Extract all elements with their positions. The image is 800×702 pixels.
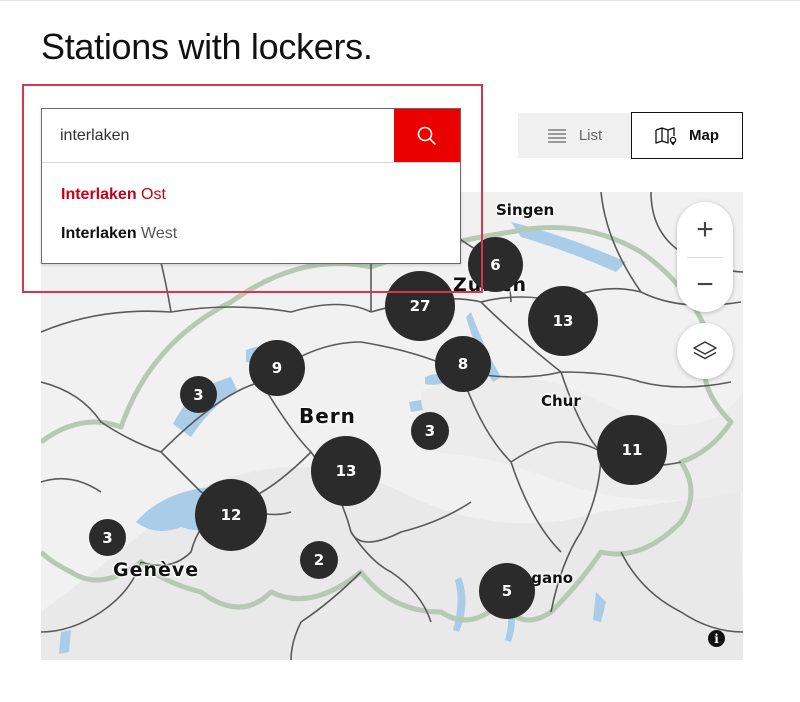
layers-icon [693, 341, 717, 360]
zoom-out-button[interactable]: − [677, 257, 733, 312]
zoom-in-button[interactable]: + [677, 202, 733, 257]
city-label-geneve: Genève [113, 559, 200, 581]
station-cluster[interactable]: 11 [597, 415, 667, 485]
map-view-button[interactable]: Map [631, 112, 743, 159]
station-cluster[interactable]: 9 [249, 340, 305, 396]
station-cluster[interactable]: 8 [435, 336, 491, 392]
list-view-button[interactable]: List [518, 113, 631, 158]
city-label-singen: Singen [496, 201, 555, 219]
station-cluster[interactable]: 13 [528, 286, 598, 356]
station-cluster[interactable]: 3 [89, 519, 126, 556]
map-icon [655, 126, 677, 145]
station-cluster[interactable]: 13 [311, 436, 381, 506]
map-view-label: Map [689, 127, 719, 144]
list-icon [547, 128, 566, 143]
top-divider [0, 0, 800, 1]
station-cluster[interactable]: 5 [479, 563, 535, 619]
station-cluster[interactable]: 2 [300, 541, 338, 579]
list-view-label: List [578, 127, 603, 144]
annotation-highlight-box [22, 84, 483, 293]
zoom-control: + − [677, 202, 733, 312]
city-label-bern: Bern [299, 404, 356, 428]
city-label-chur: Chur [541, 392, 581, 410]
station-cluster[interactable]: 12 [195, 479, 267, 551]
station-cluster[interactable]: 3 [180, 376, 217, 413]
info-button[interactable]: i [708, 630, 725, 647]
station-cluster[interactable]: 3 [411, 412, 449, 450]
page-title: Stations with lockers. [41, 26, 373, 67]
layers-button[interactable] [677, 323, 733, 379]
